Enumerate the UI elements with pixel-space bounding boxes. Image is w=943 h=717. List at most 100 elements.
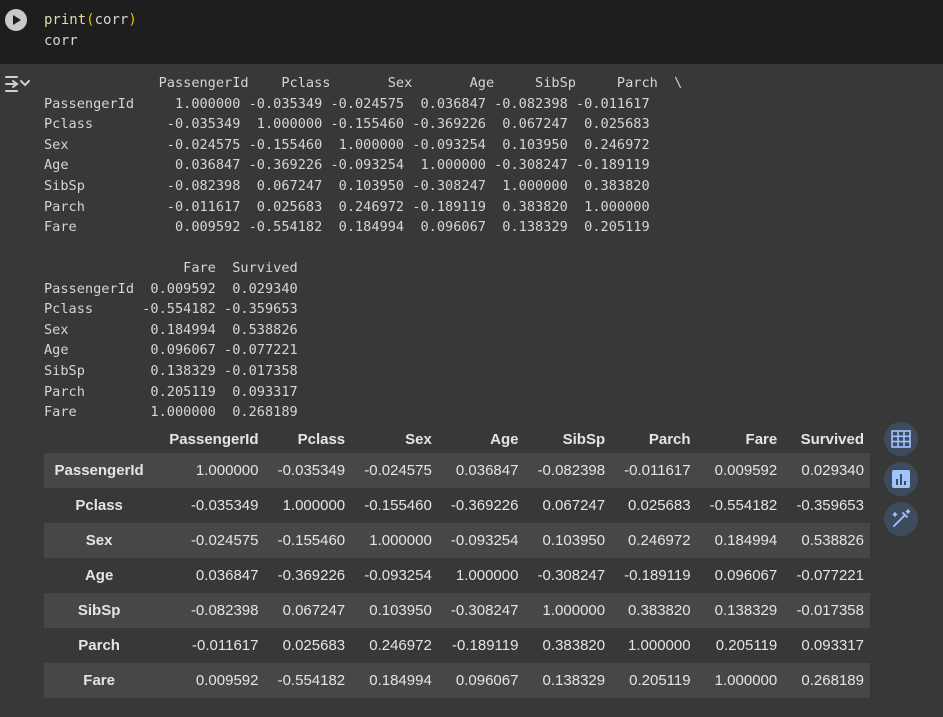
row-index-label: PassengerId xyxy=(54,462,144,479)
column-header: Age xyxy=(490,430,519,448)
table-row: PassengerId 1.000000 -0.035349 -0.024575 0.0… xyxy=(44,453,870,488)
table-row: Age 0.036847 -0.369226 -0.093254 1.000000 -0.… xyxy=(44,558,870,593)
print-row: Parch 0.205119 0.093317 xyxy=(44,383,298,400)
table-cell: 0.009592 xyxy=(195,672,259,689)
table-cell: -0.011617 xyxy=(192,637,259,654)
print-row: Age 0.096067 -0.077221 xyxy=(44,342,298,359)
table-cell: -0.093254 xyxy=(364,567,432,584)
play-icon[interactable] xyxy=(5,9,27,31)
table-icon xyxy=(891,430,911,448)
table-cell: -0.155460 xyxy=(364,497,432,514)
table-cell: 0.029340 xyxy=(801,462,864,479)
table-cell: 1.000000 xyxy=(455,567,519,584)
table-cell: -0.024575 xyxy=(364,462,432,479)
table-cell: -0.035349 xyxy=(190,497,259,514)
table-cell: -0.011617 xyxy=(624,462,691,479)
table-cell: 0.103950 xyxy=(369,602,432,619)
table-cell: 0.036847 xyxy=(455,462,519,479)
row-index-label: Pclass xyxy=(75,497,123,514)
column-header: Sex xyxy=(405,430,432,448)
table-cell: 0.538826 xyxy=(801,532,864,549)
column-header: PassengerId xyxy=(169,430,259,448)
table-cell: 0.138329 xyxy=(542,672,606,689)
code-fn: print xyxy=(44,12,87,28)
row-index-label: SibSp xyxy=(77,602,121,619)
index-header xyxy=(44,425,154,453)
column-header: Fare xyxy=(745,430,778,448)
table-cell: 0.096067 xyxy=(455,672,519,689)
code-paren-open: ( xyxy=(86,12,95,28)
table-cell: -0.077221 xyxy=(796,567,864,584)
table-cell: 0.205119 xyxy=(715,637,778,654)
print-header-2: Fare Survived xyxy=(44,260,298,276)
table-cell: 0.246972 xyxy=(628,532,691,549)
column-header: SibSp xyxy=(562,430,606,448)
table-view-button[interactable] xyxy=(884,422,918,456)
table-cell: 1.000000 xyxy=(369,532,432,549)
column-header: Survived xyxy=(800,430,864,448)
table-cell: 0.383820 xyxy=(542,637,606,654)
table-cell: -0.554182 xyxy=(709,497,778,514)
table-cell: -0.189119 xyxy=(624,567,691,584)
table-row: Pclass -0.035349 1.000000 -0.155460 -0.36922… xyxy=(44,488,870,523)
print-output-block-2: Fare Survived PassengerId 0.009592 0.029… xyxy=(44,258,298,423)
table-cell: -0.082398 xyxy=(190,602,259,619)
print-row: Sex 0.184994 0.538826 xyxy=(44,321,298,338)
table-cell: 0.138329 xyxy=(714,602,778,619)
table-cell: -0.308247 xyxy=(537,567,606,584)
print-row: SibSp 0.138329 -0.017358 xyxy=(44,362,298,379)
table-cell: 0.268189 xyxy=(801,672,864,689)
chart-suggest-button[interactable] xyxy=(884,462,918,496)
print-row: Sex -0.024575 -0.155460 1.000000 -0.0932… xyxy=(44,136,650,153)
code-editor[interactable]: print(corr) corr xyxy=(44,10,137,52)
table-cell: 0.096067 xyxy=(714,567,778,584)
table-cell: -0.082398 xyxy=(537,462,606,479)
table-cell: 0.246972 xyxy=(369,637,432,654)
table-cell: 0.067247 xyxy=(542,497,606,514)
table-cell: 0.025683 xyxy=(282,637,346,654)
table-cell: 1.000000 xyxy=(714,672,778,689)
table-cell: 0.025683 xyxy=(628,497,691,514)
dataframe-table: PassengerId Pclass Sex Age SibSp Parch F… xyxy=(44,425,870,698)
table-cell: -0.554182 xyxy=(277,672,346,689)
print-row: Fare 1.000000 0.268189 xyxy=(44,404,298,421)
table-cell: 0.184994 xyxy=(369,672,432,689)
print-header-1: PassengerId Pclass Sex Age SibSp Parch \ xyxy=(44,75,683,91)
table-row: Fare 0.009592 -0.554182 0.184994 0.096067 0.1… xyxy=(44,663,870,698)
table-cell: 1.000000 xyxy=(282,497,346,514)
table-cell: 0.009592 xyxy=(714,462,778,479)
table-header-row: PassengerId Pclass Sex Age SibSp Parch F… xyxy=(44,425,870,453)
table-cell: -0.189119 xyxy=(452,637,519,654)
table-cell: 0.383820 xyxy=(628,602,691,619)
row-index-label: Age xyxy=(84,567,114,584)
table-row: SibSp -0.082398 0.067247 0.103950 -0.308247 1… xyxy=(44,593,870,628)
print-row: Age 0.036847 -0.369226 -0.093254 1.00000… xyxy=(44,157,650,174)
print-row: PassengerId 1.000000 -0.035349 -0.024575… xyxy=(44,95,650,112)
code-arg: corr xyxy=(94,12,129,28)
print-row: Pclass -0.554182 -0.359653 xyxy=(44,301,298,318)
print-row: PassengerId 0.009592 0.029340 xyxy=(44,280,298,297)
output-menu-icon[interactable] xyxy=(4,73,30,95)
table-cell: 1.000000 xyxy=(542,602,606,619)
table-cell: -0.017358 xyxy=(796,602,864,619)
print-output-block-1: PassengerId Pclass Sex Age SibSp Parch \… xyxy=(44,73,682,238)
table-cell: 0.067247 xyxy=(282,602,346,619)
print-row: Pclass -0.035349 1.000000 -0.155460 -0.3… xyxy=(44,116,650,133)
table-cell: -0.308247 xyxy=(450,602,519,619)
row-index-label: Sex xyxy=(85,532,113,549)
column-header: Pclass xyxy=(297,430,346,448)
code-paren-close: ) xyxy=(128,12,137,28)
table-cell: -0.093254 xyxy=(450,532,519,549)
table-cell: 0.205119 xyxy=(629,672,691,689)
table-cell: 1.000000 xyxy=(628,637,691,654)
table-cell: 0.093317 xyxy=(801,637,864,654)
print-row: Parch -0.011617 0.025683 0.246972 -0.189… xyxy=(44,198,650,215)
table-cell: -0.155460 xyxy=(277,532,346,549)
print-row: Fare 0.009592 -0.554182 0.184994 0.09606… xyxy=(44,219,650,236)
table-cell: 1.000000 xyxy=(195,462,259,479)
code-cell[interactable]: print(corr) corr xyxy=(0,0,943,64)
table-cell: -0.035349 xyxy=(277,462,346,479)
magic-edit-button[interactable] xyxy=(884,502,918,536)
table-cell: 0.103950 xyxy=(542,532,606,549)
table-cell: 0.184994 xyxy=(714,532,778,549)
